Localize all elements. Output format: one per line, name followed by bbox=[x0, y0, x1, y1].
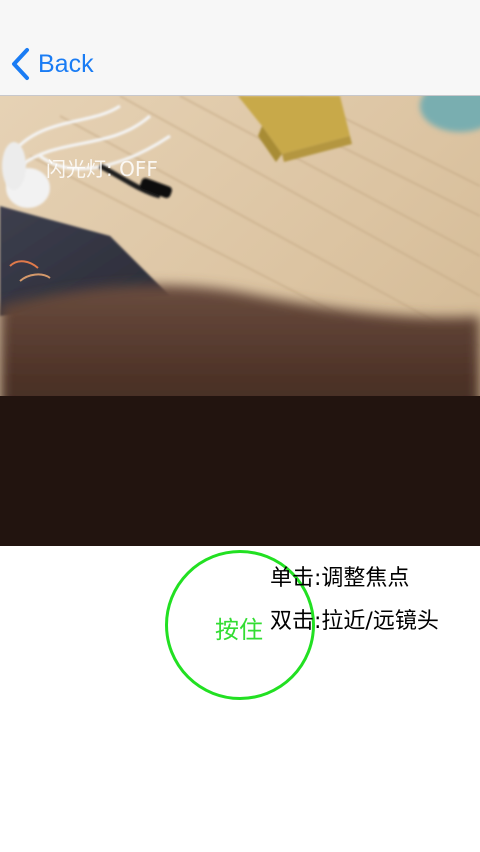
navigation-bar: Back bbox=[0, 0, 480, 96]
back-button[interactable]: Back bbox=[10, 44, 94, 84]
flash-status-label[interactable]: 闪光灯: OFF bbox=[46, 153, 158, 182]
single-tap-hint: 单击:调整焦点 bbox=[270, 566, 410, 591]
back-button-label: Back bbox=[38, 49, 94, 78]
chevron-left-icon bbox=[12, 48, 29, 80]
double-tap-hint: 双击:拉近/远镜头 bbox=[270, 609, 439, 634]
hold-to-record-label: 按住 bbox=[215, 616, 263, 644]
